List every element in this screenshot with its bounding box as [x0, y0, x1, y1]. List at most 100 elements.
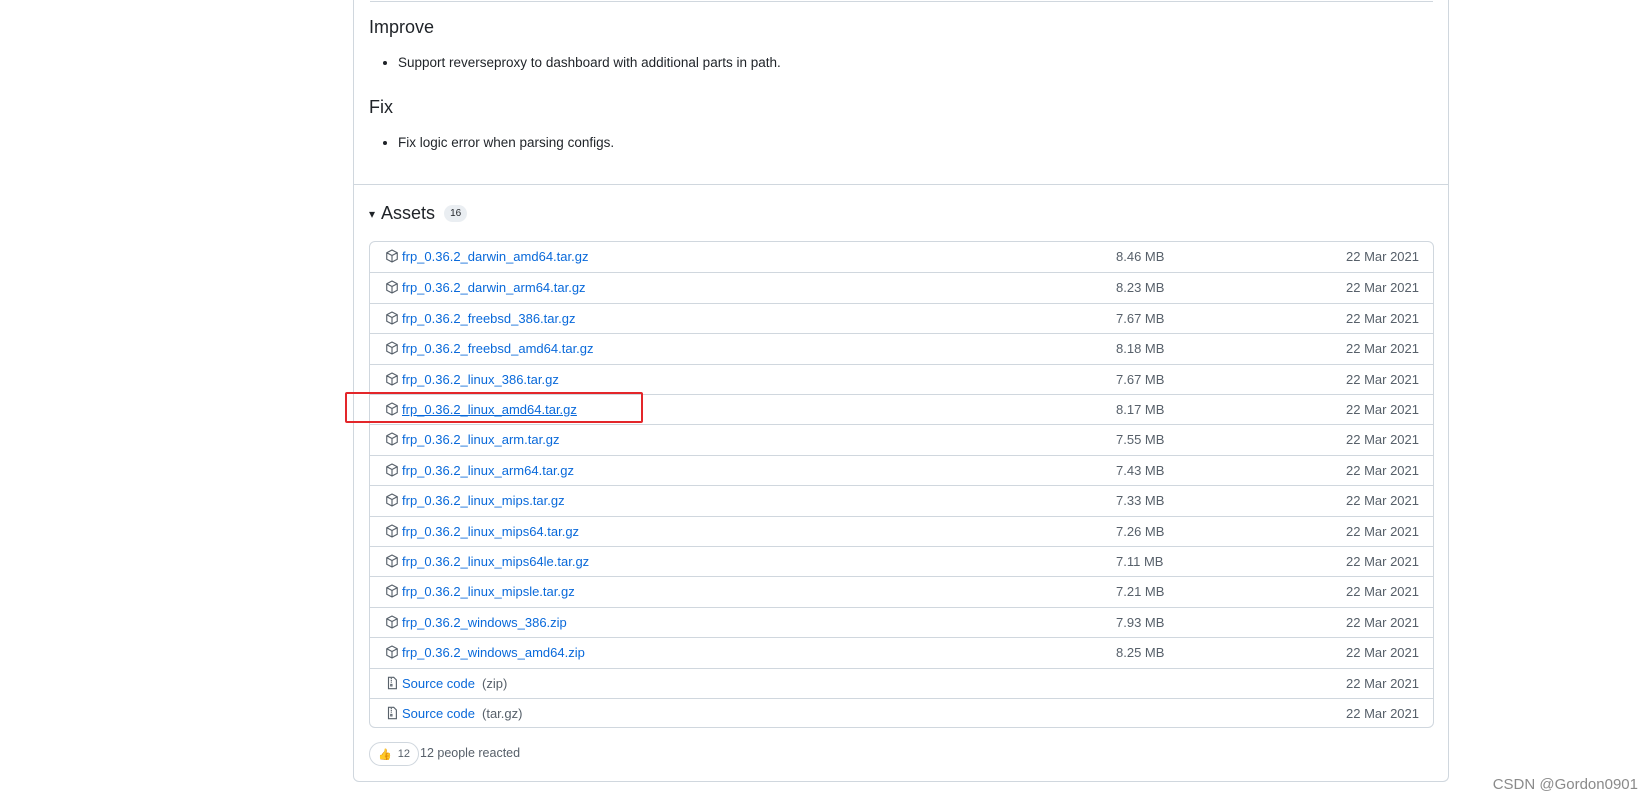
asset-download-link[interactable]: frp_0.36.2_linux_arm.tar.gz: [402, 432, 560, 447]
asset-download-link[interactable]: frp_0.36.2_linux_arm64.tar.gz: [402, 463, 574, 478]
asset-date: 22 Mar 2021: [1346, 462, 1419, 478]
asset-download-link[interactable]: frp_0.36.2_windows_386.zip: [402, 615, 567, 630]
asset-download-link[interactable]: frp_0.36.2_linux_386.tar.gz: [402, 372, 559, 387]
asset-row: frp_0.36.2_linux_mips64le.tar.gz 7.11 MB 2…: [370, 546, 1433, 576]
asset-size: 7.55 MB: [1116, 432, 1165, 448]
asset-date: 22 Mar 2021: [1346, 310, 1419, 326]
asset-name: frp_0.36.2_linux_arm64.tar.gz: [402, 462, 574, 478]
asset-date: 22 Mar 2021: [1346, 402, 1419, 417]
asset-date: 22 Mar 2021: [1346, 523, 1419, 539]
package-icon: [385, 615, 399, 629]
asset-name: frp_0.36.2_linux_mips64le.tar.gz: [402, 554, 590, 569]
package-icon: [385, 249, 399, 263]
asset-size: 7.67 MB: [1116, 371, 1165, 387]
asset-date: 22 Mar 2021: [1346, 645, 1419, 661]
asset-name: frp_0.36.2_linux_mipsle.tar.gz: [402, 584, 575, 600]
asset-size: 8.23 MB: [1116, 280, 1165, 296]
asset-row: frp_0.36.2_windows_amd64.zip 8.25 MB 22 Ma…: [370, 637, 1433, 667]
package-icon: [385, 311, 399, 325]
asset-name: Source code: [402, 675, 475, 691]
asset-size: 7.93 MB: [1116, 614, 1165, 630]
asset-row: frp_0.36.2_linux_arm.tar.gz 7.55 MB 22 Mar…: [370, 424, 1433, 454]
asset-name: frp_0.36.2_freebsd_386.tar.gz: [402, 310, 576, 326]
asset-date: 22 Mar 2021: [1346, 614, 1419, 630]
file-zip-icon: [385, 676, 399, 690]
asset-size: 7.21 MB: [1116, 584, 1165, 600]
asset-date: 22 Mar 2021: [1346, 706, 1419, 721]
improve-item: Support reverseproxy to dashboard with a…: [398, 53, 781, 73]
reaction-summary: 12 people reacted: [420, 746, 521, 760]
file-zip-icon: [385, 706, 399, 720]
asset-name: frp_0.36.2_darwin_arm64.tar.gz: [402, 280, 586, 296]
asset-name: frp_0.36.2_linux_386.tar.gz: [402, 371, 559, 387]
asset-date: 22 Mar 2021: [1346, 371, 1419, 387]
asset-download-link[interactable]: Source code (zip): [402, 676, 507, 691]
section-heading-fix: Fix: [369, 97, 393, 117]
asset-name: frp_0.36.2_darwin_amd64.tar.gz: [402, 249, 589, 264]
asset-name: frp_0.36.2_freebsd_amd64.tar.gz: [402, 341, 594, 357]
asset-download-link[interactable]: frp_0.36.2_linux_mipsle.tar.gz: [402, 584, 575, 599]
asset-date: 22 Mar 2021: [1346, 249, 1419, 264]
asset-row: frp_0.36.2_linux_386.tar.gz 7.67 MB 22 Mar…: [370, 363, 1433, 394]
fix-item: Fix logic error when parsing configs.: [398, 133, 614, 153]
asset-name: frp_0.36.2_windows_amd64.zip: [402, 645, 585, 661]
asset-row: frp_0.36.2_windows_386.zip 7.93 MB 22 Mar …: [370, 606, 1433, 637]
section-divider: [354, 184, 1448, 185]
release-card: Improve Support reverseproxy to dashboar…: [353, 0, 1449, 782]
asset-date: 22 Mar 2021: [1346, 584, 1419, 600]
watermark: CSDN @Gordon0901: [1492, 776, 1638, 793]
asset-download-link[interactable]: frp_0.36.2_linux_mips.tar.gz: [402, 493, 565, 508]
package-icon: [385, 432, 399, 446]
package-icon: [385, 280, 399, 294]
asset-size: 7.33 MB: [1116, 493, 1165, 509]
asset-row: frp_0.36.2_linux_arm64.tar.gz 7.43 MB 22 M…: [370, 454, 1433, 485]
asset-size: 8.17 MB: [1116, 402, 1165, 417]
asset-download-link[interactable]: frp_0.36.2_darwin_arm64.tar.gz: [402, 280, 586, 295]
asset-download-link[interactable]: frp_0.36.2_linux_mips64.tar.gz: [402, 524, 579, 539]
asset-row: Source code (zip) 22 Mar 2021: [370, 667, 1433, 698]
asset-size: 8.25 MB: [1116, 645, 1165, 661]
asset-download-link[interactable]: frp_0.36.2_windows_amd64.zip: [402, 645, 585, 660]
top-divider: [370, 1, 1433, 2]
highlight-annotation: [345, 392, 643, 423]
asset-size: 7.67 MB: [1116, 310, 1165, 326]
reaction-button[interactable]: 👍 12: [369, 742, 419, 766]
asset-size: 8.46 MB: [1116, 249, 1165, 264]
asset-size: 7.11 MB: [1116, 554, 1164, 569]
asset-row: frp_0.36.2_freebsd_386.tar.gz 7.67 MB 22 M…: [370, 302, 1433, 333]
package-icon: [385, 341, 399, 355]
asset-date: 22 Mar 2021: [1346, 554, 1419, 569]
asset-list: frp_0.36.2_darwin_amd64.tar.gz 8.46 MB 22 …: [369, 241, 1434, 728]
asset-name: frp_0.36.2_linux_mips64.tar.gz: [402, 523, 580, 539]
asset-name: Source code: [402, 706, 475, 721]
asset-name: frp_0.36.2_linux_mips.tar.gz: [402, 493, 565, 509]
assets-title: Assets: [381, 203, 436, 223]
asset-size: 7.43 MB: [1116, 462, 1165, 478]
asset-date: 22 Mar 2021: [1346, 432, 1419, 448]
asset-download-link[interactable]: frp_0.36.2_darwin_amd64.tar.gz: [402, 249, 588, 264]
asset-row: frp_0.36.2_darwin_arm64.tar.gz 8.23 MB 22 …: [370, 272, 1433, 302]
asset-row: frp_0.36.2_linux_mips.tar.gz 7.33 MB 22 Ma…: [370, 485, 1433, 515]
improve-list: Support reverseproxy to dashboard with a…: [369, 53, 781, 73]
asset-date: 22 Mar 2021: [1346, 341, 1419, 357]
section-heading-improve: Improve: [369, 17, 435, 37]
asset-format: (tar.gz): [482, 706, 523, 721]
thumbs-up-icon: 👍: [378, 748, 392, 761]
assets-toggle[interactable]: ▾ Assets 16: [369, 203, 468, 224]
package-icon: [385, 645, 399, 659]
asset-date: 22 Mar 2021: [1346, 280, 1419, 296]
asset-row: frp_0.36.2_linux_mipsle.tar.gz 7.21 MB 22 …: [370, 576, 1433, 606]
package-icon: [385, 524, 399, 538]
package-icon: [385, 554, 399, 568]
asset-download-link[interactable]: frp_0.36.2_freebsd_amd64.tar.gz: [402, 341, 594, 356]
asset-row: Source code (tar.gz) 22 Mar 2021: [370, 698, 1433, 728]
asset-format: (zip): [482, 675, 508, 691]
asset-download-link[interactable]: frp_0.36.2_linux_mips64le.tar.gz: [402, 554, 589, 569]
asset-download-link[interactable]: Source code (tar.gz): [402, 706, 522, 721]
asset-download-link[interactable]: frp_0.36.2_freebsd_386.tar.gz: [402, 311, 575, 326]
asset-name: frp_0.36.2_linux_arm.tar.gz: [402, 432, 560, 448]
package-icon: [385, 493, 399, 507]
asset-row: frp_0.36.2_linux_mips64.tar.gz 7.26 MB 22 …: [370, 515, 1433, 546]
asset-size: 8.18 MB: [1116, 341, 1165, 357]
assets-count-badge: 16: [444, 205, 468, 222]
